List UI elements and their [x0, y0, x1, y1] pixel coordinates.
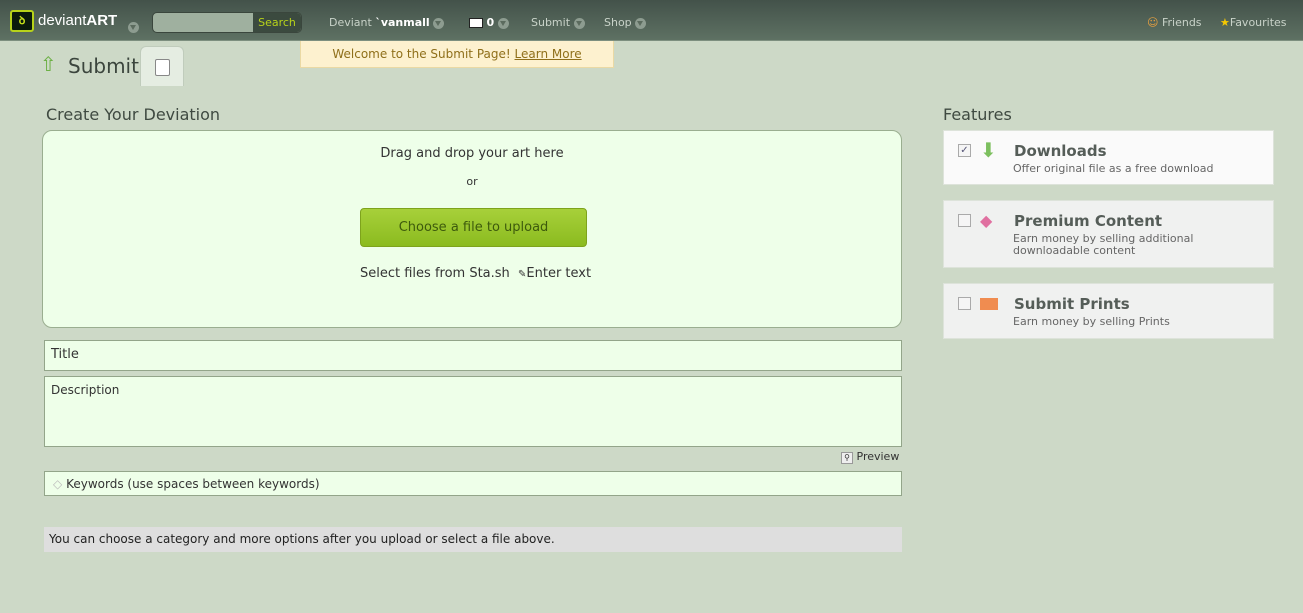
download-arrow-icon: ⬇: [980, 138, 997, 162]
shop-menu[interactable]: Shop: [604, 16, 647, 29]
friends-link[interactable]: ☺ Friends: [1147, 16, 1202, 29]
feature-title: Premium Content: [1014, 212, 1163, 230]
messages-count: 0: [486, 16, 495, 29]
preview-label: Preview: [856, 450, 900, 463]
premium-checkbox[interactable]: [958, 214, 971, 227]
shopping-bag-icon: [980, 294, 1000, 312]
search-button[interactable]: Search: [253, 13, 301, 32]
choose-file-button[interactable]: Choose a file to upload: [360, 208, 587, 247]
preview-button[interactable]: ⚲ Preview: [841, 450, 899, 464]
info-message: You can choose a category and more optio…: [44, 527, 902, 552]
prints-checkbox[interactable]: [958, 297, 971, 310]
features-heading: Features: [943, 105, 1012, 124]
feature-downloads[interactable]: ✓ ⬇ Downloads Offer original file as a f…: [943, 130, 1274, 185]
friends-label: Friends: [1161, 16, 1202, 29]
deviantart-logo-icon[interactable]: ꝺ: [10, 10, 34, 32]
banner-text: Welcome to the Submit Page!: [332, 47, 511, 61]
or-text: or: [466, 175, 478, 188]
up-arrow-icon: ⇧: [40, 52, 57, 76]
enter-text-label: Enter text: [526, 266, 592, 281]
description-textarea[interactable]: Description: [44, 376, 902, 447]
enter-text-link[interactable]: ✎Enter text: [518, 266, 591, 281]
messages-menu[interactable]: 0: [469, 16, 509, 29]
username: `vanmall: [375, 16, 430, 29]
feature-desc: Offer original file as a free download: [1013, 162, 1214, 175]
gem-icon: ◆: [980, 211, 993, 230]
submit-label: Submit: [531, 16, 571, 29]
envelope-icon: [469, 18, 483, 28]
friends-icon: ☺: [1147, 16, 1159, 29]
create-heading: Create Your Deviation: [46, 105, 221, 124]
learn-more-link[interactable]: Learn More: [515, 47, 582, 61]
feature-desc: Earn money by selling Prints: [1013, 315, 1170, 328]
logo-text-b: ART: [86, 12, 118, 29]
feature-submit-prints[interactable]: Submit Prints Earn money by selling Prin…: [943, 283, 1274, 339]
search-input[interactable]: Search: [152, 12, 302, 33]
feature-premium-content[interactable]: ◆ Premium Content Earn money by selling …: [943, 200, 1274, 268]
drag-text: Drag and drop your art here: [380, 146, 564, 161]
stash-link[interactable]: Select files from Sta.sh: [360, 266, 510, 281]
chevron-down-icon: [635, 17, 647, 29]
title-placeholder: Title: [51, 347, 79, 362]
magnifier-icon: ⚲: [841, 452, 853, 464]
user-prefix: Deviant: [329, 16, 372, 29]
chevron-down-icon: [497, 17, 509, 29]
favourites-link[interactable]: ★Favourites: [1220, 16, 1287, 29]
feature-desc: Earn money by selling additional downloa…: [1013, 232, 1194, 257]
logo-text-a: deviant: [38, 12, 87, 29]
title-input[interactable]: Title: [44, 340, 902, 371]
shop-label: Shop: [604, 16, 632, 29]
description-placeholder: Description: [51, 383, 120, 397]
page-title: Submit: [68, 54, 139, 78]
star-icon: ★: [1220, 16, 1230, 29]
feature-title: Downloads: [1014, 142, 1107, 160]
downloads-checkbox[interactable]: ✓: [958, 144, 971, 157]
keywords-placeholder: Keywords (use spaces between keywords): [66, 477, 320, 491]
tab-drafts[interactable]: [140, 46, 184, 86]
user-menu[interactable]: Deviant `vanmall: [329, 16, 445, 29]
tag-icon: ◇: [53, 477, 63, 491]
logo-text[interactable]: deviantART: [38, 12, 117, 29]
chevron-down-icon: [573, 17, 585, 29]
logo-menu-chevron-icon[interactable]: [128, 22, 139, 33]
document-icon: [155, 59, 170, 76]
feature-title: Submit Prints: [1014, 295, 1130, 313]
submit-menu[interactable]: Submit: [531, 16, 585, 29]
keywords-input[interactable]: ◇ Keywords (use spaces between keywords): [44, 471, 902, 496]
welcome-banner: Welcome to the Submit Page! Learn More: [300, 41, 614, 68]
favourites-label: Favourites: [1229, 16, 1287, 29]
chevron-down-icon: [433, 17, 445, 29]
